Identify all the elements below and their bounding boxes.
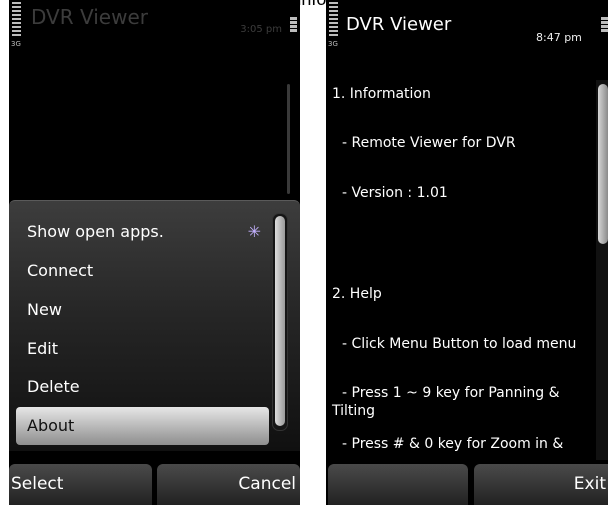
menu-item-label: Show open apps.: [27, 222, 164, 241]
menu-item-about[interactable]: About: [16, 407, 269, 445]
help-text-line: - Press 1 ~ 9 key for Panning &: [342, 385, 560, 401]
cancel-softkey[interactable]: Cancel: [157, 464, 300, 505]
info-text-line: - Remote Viewer for DVR: [342, 135, 516, 151]
menu-item-label: New: [27, 300, 62, 319]
options-menu: Show open apps. ✳ Connect New Edit Delet…: [9, 200, 300, 451]
help-text-line: Tilting: [332, 403, 376, 419]
menu-item-delete[interactable]: Delete: [16, 368, 269, 406]
signal-strength-icon: [12, 2, 21, 38]
phone-screen-menu: 3G DVR Viewer 3:05 pm Show open apps. ✳ …: [9, 0, 300, 505]
status-bar: 3G DVR Viewer 3:05 pm: [9, 0, 300, 58]
menu-item-label: About: [27, 416, 75, 435]
status-bar: 3G DVR Viewer 8:47 pm: [326, 0, 608, 58]
clock: 3:05 pm: [240, 24, 282, 35]
softkey-bar: Exit: [326, 460, 608, 505]
select-softkey[interactable]: Select: [9, 464, 152, 505]
menu-item-label: Delete: [27, 377, 80, 396]
menu-scrollbar[interactable]: [272, 213, 288, 431]
select-softkey-label: Select: [11, 474, 64, 494]
content-scrollbar[interactable]: [596, 80, 608, 460]
open-apps-icon: ✳: [247, 222, 261, 241]
clock: 8:47 pm: [536, 31, 582, 44]
info-text-line: - Version : 1.01: [342, 185, 448, 201]
menu-item-connect[interactable]: Connect: [16, 252, 269, 290]
info-section-heading: 1. Information: [332, 86, 431, 102]
menu-scrollbar-thumb[interactable]: [275, 216, 285, 426]
softkey-bar: Select Cancel: [9, 460, 300, 505]
help-text-line: - Press # & 0 key for Zoom in &: [342, 436, 564, 452]
app-title: DVR Viewer: [346, 14, 452, 35]
app-title: DVR Viewer: [31, 5, 148, 29]
content-scrollbar[interactable]: [287, 84, 290, 194]
network-type-label: 3G: [11, 40, 21, 48]
menu-item-new[interactable]: New: [16, 291, 269, 329]
battery-icon: [290, 17, 297, 43]
exit-softkey[interactable]: Exit: [474, 464, 608, 505]
battery-icon: [601, 17, 608, 43]
content-scrollbar-thumb[interactable]: [598, 84, 608, 244]
signal-strength-icon: [329, 2, 338, 38]
menu-item-label: Edit: [27, 339, 58, 358]
network-type-label: 3G: [328, 40, 338, 48]
help-section-heading: 2. Help: [332, 286, 382, 302]
menu-item-label: Connect: [27, 261, 94, 280]
phone-screen-about: 3G DVR Viewer 8:47 pm 1. Information - R…: [326, 0, 608, 505]
left-softkey[interactable]: [328, 464, 468, 505]
menu-item-edit[interactable]: Edit: [16, 330, 269, 368]
exit-softkey-label: Exit: [573, 474, 606, 494]
cancel-softkey-label: Cancel: [238, 474, 296, 494]
menu-item-show-open-apps[interactable]: Show open apps. ✳: [16, 213, 269, 251]
help-text-line: - Click Menu Button to load menu: [342, 336, 577, 352]
